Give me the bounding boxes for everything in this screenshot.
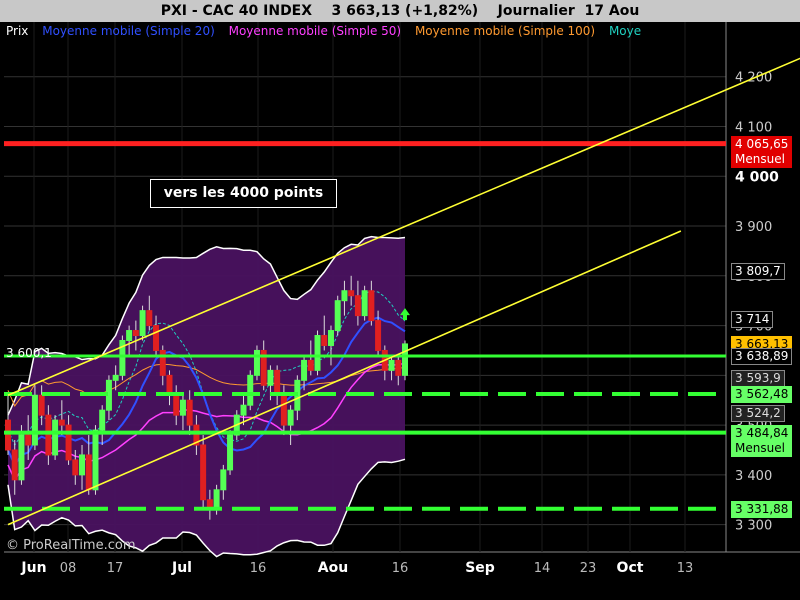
candle-body (179, 399, 186, 416)
candle-body (126, 330, 133, 341)
y-tick-label: 4 000 (735, 169, 779, 185)
candle-body (18, 434, 25, 481)
x-tick-label: Sep (465, 560, 495, 576)
candle-body (85, 454, 92, 491)
chart-legend: Prix Moyenne mobile (Simple 20) Moyenne … (6, 24, 651, 38)
y-tick-label: 3 900 (735, 220, 772, 235)
candle-body (247, 374, 254, 406)
candle-body (301, 359, 308, 381)
x-tick-label: Jul (171, 560, 192, 576)
x-tick-label: Oct (617, 560, 644, 576)
candle-body (200, 444, 207, 501)
price-label: 3 638,89 (731, 347, 793, 365)
candle-body (227, 434, 234, 471)
candle-body (253, 349, 260, 376)
x-tick-label: 23 (580, 561, 597, 576)
x-tick-label: 16 (392, 561, 409, 576)
legend-item-ma200: Moye (608, 24, 642, 38)
candle-body (25, 434, 32, 446)
candle-body (274, 369, 281, 396)
candle-body (92, 429, 99, 491)
candle-body (314, 335, 321, 371)
y-tick-label: 3 400 (735, 469, 772, 484)
price-label: 3 562,48 (731, 386, 793, 403)
x-tick-label: 08 (60, 561, 77, 576)
candle-body (58, 419, 65, 426)
candle-body (112, 374, 119, 381)
candle-body (327, 330, 334, 346)
chart-title: PXI - CAC 40 INDEX 3 663,13 (+1,82%) Jou… (0, 0, 800, 22)
candle-body (267, 369, 274, 386)
candle-body (388, 359, 395, 371)
candle-body (146, 310, 153, 327)
candle-body (240, 404, 247, 416)
candle-body (287, 409, 294, 426)
candle-body (361, 290, 368, 317)
candle-body (395, 359, 402, 376)
x-tick-label: Aou (318, 560, 348, 576)
price-label: 3 714 (731, 310, 774, 328)
price-label: 4 065,65 Mensuel (731, 135, 793, 168)
price-label: 3 331,88 (731, 500, 793, 518)
candle-body (375, 320, 382, 351)
candle-body (368, 290, 375, 322)
x-tick-label: Jun (20, 560, 46, 576)
candle-body (341, 290, 348, 302)
price-label: 3 524,2 (731, 405, 785, 423)
price-label: 3 809,7 (731, 262, 785, 280)
candle-body (38, 394, 45, 416)
y-tick-label: 4 100 (735, 121, 772, 136)
candle-body (159, 349, 166, 376)
candle-body (5, 419, 11, 451)
candlestick-chart: 4 2004 1004 0003 9003 8003 7003 6003 500… (4, 22, 800, 576)
candle-body (186, 399, 193, 426)
legend-item-ma20: Moyenne mobile (Simple 20) (42, 24, 215, 38)
candle-body (31, 394, 38, 446)
candle-body (220, 469, 227, 491)
candle-body (99, 409, 106, 431)
candle-body (307, 359, 314, 371)
x-tick-label: 17 (107, 561, 124, 576)
candle-body (65, 424, 72, 461)
left-level-label: 3 600,1 (6, 346, 52, 360)
candle-body (153, 325, 160, 351)
y-tick-label: 3 300 (735, 519, 772, 534)
candle-body (213, 489, 220, 511)
price-label: 3 593,9 (731, 370, 785, 388)
candle-body (173, 394, 180, 416)
x-tick-label: 14 (534, 561, 551, 576)
candle-body (132, 330, 139, 337)
candle-body (45, 414, 52, 456)
annotation-4000: vers les 4000 points (150, 179, 337, 208)
legend-item-ma50: Moyenne mobile (Simple 50) (228, 24, 402, 38)
candle-body (79, 454, 86, 476)
candle-body (348, 290, 355, 297)
candle-body (139, 310, 146, 337)
candle-body (52, 419, 59, 456)
candle-body (280, 394, 287, 426)
candle-body (72, 459, 79, 476)
x-tick-label: 13 (677, 561, 694, 576)
legend-item-prix: Prix (6, 24, 29, 38)
candle-body (321, 335, 328, 346)
candle-body (11, 449, 18, 481)
legend-item-ma100: Moyenne mobile (Simple 100) (414, 24, 596, 38)
copyright-label: © ProRealTime.com (6, 538, 136, 553)
candle-body (334, 300, 341, 332)
candle-body (402, 343, 408, 376)
x-tick-label: 16 (250, 561, 267, 576)
price-label: 3 484,84 Mensuel (731, 424, 793, 457)
candle-body (354, 295, 361, 317)
